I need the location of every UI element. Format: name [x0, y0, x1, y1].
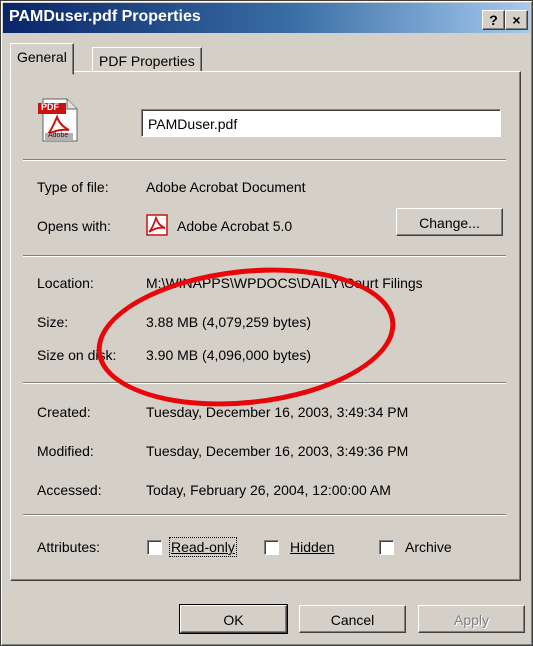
pdf-icon-caption: PDF	[41, 102, 59, 112]
acrobat-app-icon	[146, 214, 168, 236]
cancel-button-label: Cancel	[330, 612, 375, 628]
tab-general-label: General	[17, 49, 67, 65]
separator	[23, 514, 506, 516]
change-button[interactable]: Change...	[396, 208, 503, 236]
apply-button[interactable]: Apply	[418, 605, 525, 633]
tab-pdf-properties-label: PDF Properties	[99, 53, 195, 69]
read-only-checkbox-box[interactable]	[147, 540, 162, 555]
created-value: Tuesday, December 16, 2003, 3:49:34 PM	[146, 404, 409, 420]
archive-checkbox-box[interactable]	[379, 540, 394, 555]
hidden-checkbox[interactable]: Hidden	[264, 537, 354, 557]
archive-checkbox-label: Archive	[405, 539, 452, 555]
title-bar[interactable]: PAMDuser.pdf Properties ? ×	[3, 3, 530, 33]
type-of-file-label: Type of file:	[37, 179, 109, 195]
modified-label: Modified:	[37, 443, 94, 459]
pdf-icon-brand: Adobe	[48, 132, 69, 139]
accessed-label: Accessed:	[37, 482, 102, 498]
modified-value: Tuesday, December 16, 2003, 3:49:36 PM	[146, 443, 409, 459]
hidden-checkbox-label: Hidden	[290, 539, 335, 555]
ok-button-label: OK	[223, 612, 244, 628]
size-label: Size:	[37, 314, 69, 330]
type-of-file-value: Adobe Acrobat Document	[146, 179, 306, 195]
help-button[interactable]: ?	[482, 10, 505, 30]
location-label: Location:	[37, 275, 94, 291]
change-button-label: Change...	[419, 215, 480, 231]
separator	[23, 255, 506, 257]
hidden-checkbox-box[interactable]	[264, 540, 279, 555]
separator	[23, 159, 506, 161]
read-only-checkbox[interactable]: Read-only	[147, 537, 257, 557]
tab-general[interactable]: General	[10, 43, 74, 75]
adobe-pdf-file-icon: PDF Adobe	[37, 97, 81, 143]
cancel-button[interactable]: Cancel	[299, 605, 406, 633]
archive-checkbox[interactable]: Archive	[379, 537, 479, 557]
close-button[interactable]: ×	[505, 10, 528, 30]
filename-input[interactable]: PAMDuser.pdf	[141, 109, 501, 137]
opens-with-value: Adobe Acrobat 5.0	[177, 218, 293, 234]
properties-dialog: PAMDuser.pdf Properties ? × General PDF …	[0, 0, 533, 646]
created-label: Created:	[37, 404, 91, 420]
ok-button[interactable]: OK	[179, 604, 288, 634]
apply-button-label: Apply	[453, 612, 490, 628]
accessed-value: Today, February 26, 2004, 12:00:00 AM	[146, 482, 391, 498]
attributes-label: Attributes:	[37, 539, 101, 555]
read-only-checkbox-label: Read-only	[169, 537, 237, 557]
window-title: PAMDuser.pdf Properties	[9, 8, 201, 25]
opens-with-label: Opens with:	[37, 218, 111, 234]
